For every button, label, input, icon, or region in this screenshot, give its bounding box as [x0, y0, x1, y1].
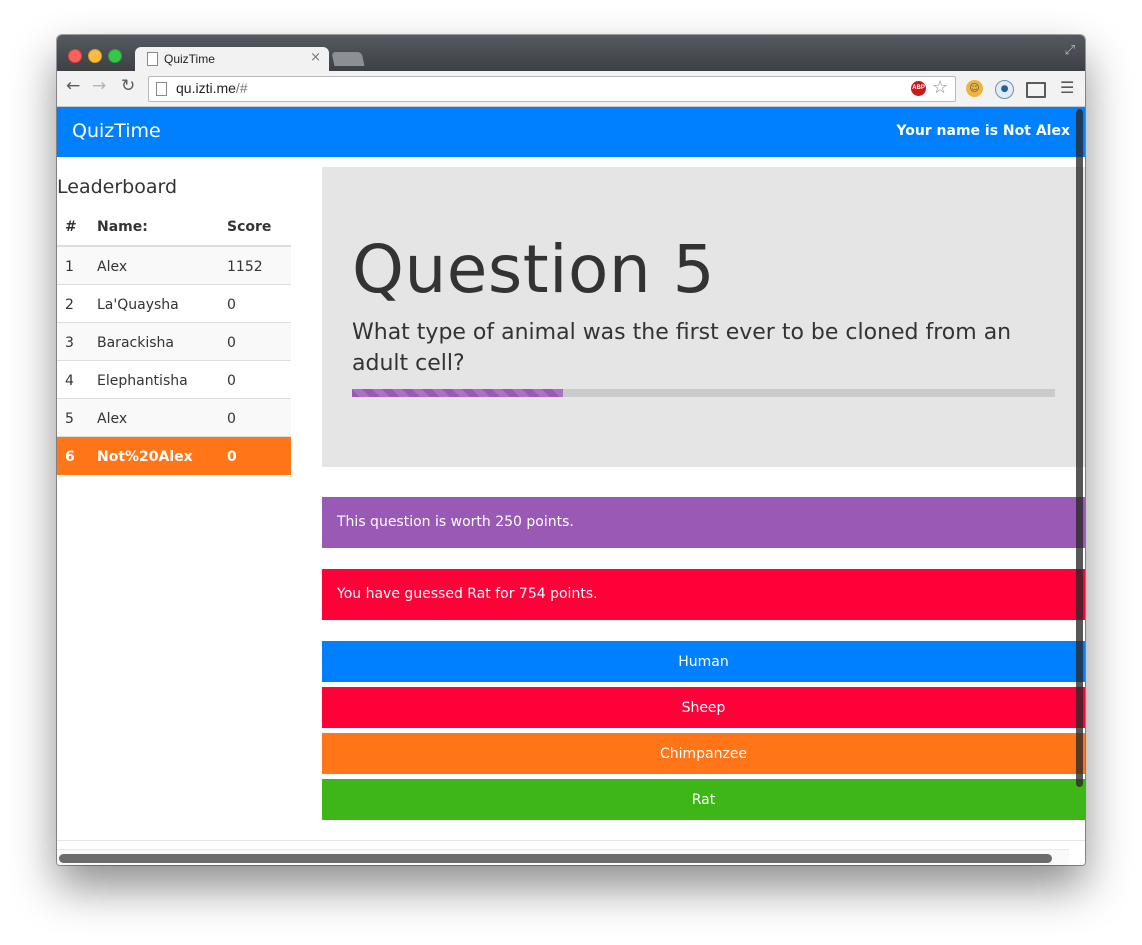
navbar: QuizTime Your name is Not Alex	[57, 107, 1085, 157]
name-cell: La'Quaysha	[97, 297, 179, 313]
vertical-scrollbar[interactable]	[1076, 109, 1083, 787]
new-tab-button[interactable]	[331, 52, 365, 66]
chat-extension-icon[interactable]: ●	[995, 80, 1014, 99]
table-row: 3 Barackisha 0	[57, 323, 291, 361]
name-cell: Barackisha	[97, 335, 174, 351]
guess-alert: You have guessed Rat for 754 points.	[322, 569, 1085, 620]
points-worth-text: This question is worth 250 points.	[337, 514, 574, 530]
rank-cell: 1	[65, 259, 74, 275]
score-cell: 0	[227, 449, 237, 465]
browser-tab[interactable]: QuizTime ×	[135, 47, 329, 73]
score-cell: 0	[227, 335, 236, 351]
progress-fill	[352, 389, 563, 397]
rank-header: #	[65, 219, 77, 235]
leaderboard-title: Leaderboard	[57, 176, 178, 198]
table-row: 5 Alex 0	[57, 399, 291, 437]
adblock-icon[interactable]: ABP	[911, 81, 926, 96]
question-title: Question 5	[352, 231, 716, 308]
points-worth-alert: This question is worth 250 points.	[322, 497, 1085, 548]
page-viewport: QuizTime Your name is Not Alex Leaderboa…	[57, 107, 1085, 865]
table-row: 2 La'Quaysha 0	[57, 285, 291, 323]
footer-divider	[57, 840, 1085, 841]
tab-close-icon[interactable]: ×	[310, 50, 321, 65]
name-cell: Alex	[97, 411, 128, 427]
forward-arrow-icon[interactable]: →	[92, 76, 106, 96]
answer-button-chimpanzee[interactable]: Chimpanzee	[322, 733, 1085, 774]
minimize-window-button[interactable]	[88, 49, 102, 63]
rank-cell: 2	[65, 297, 74, 313]
close-window-button[interactable]	[68, 49, 82, 63]
rank-cell: 4	[65, 373, 74, 389]
menu-icon[interactable]: ☰	[1060, 78, 1074, 97]
extension-icon[interactable]: ☺	[966, 80, 983, 97]
name-cell: Elephantisha	[97, 373, 188, 389]
score-cell: 1152	[227, 259, 263, 275]
answer-button-rat[interactable]: Rat	[322, 779, 1085, 820]
guess-text: You have guessed Rat for 754 points.	[337, 586, 598, 602]
horizontal-scrollbar[interactable]	[59, 854, 1052, 863]
name-cell: Not%20Alex	[97, 449, 193, 465]
zoom-window-button[interactable]	[108, 49, 122, 63]
page-icon	[156, 82, 167, 96]
tab-title: QuizTime	[164, 52, 215, 66]
answer-button-human[interactable]: Human	[322, 641, 1085, 682]
score-cell: 0	[227, 297, 236, 313]
url-text[interactable]: qu.izti.me/#	[176, 80, 248, 96]
page-icon	[147, 52, 158, 66]
url-path: /#	[235, 80, 248, 96]
table-row: 4 Elephantisha 0	[57, 361, 291, 399]
address-bar[interactable]: qu.izti.me/# ABP ☆	[148, 76, 956, 102]
browser-window: QuizTime × ⤢ ← → ↻ qu.izti.me/# ABP ☆ ☺ …	[57, 35, 1085, 865]
reload-icon[interactable]: ↻	[121, 76, 135, 96]
score-cell: 0	[227, 373, 236, 389]
browser-toolbar: ← → ↻ qu.izti.me/# ABP ☆ ☺ ● ☰	[57, 71, 1085, 107]
bookmark-star-icon[interactable]: ☆	[932, 77, 948, 98]
score-cell: 0	[227, 411, 236, 427]
rank-cell: 5	[65, 411, 74, 427]
name-header: Name:	[97, 219, 148, 235]
horizontal-scrollbar-track	[57, 849, 1069, 865]
tab-strip: QuizTime × ⤢	[57, 35, 1085, 73]
current-user-row: 6 Not%20Alex 0	[57, 437, 291, 475]
score-header: Score	[227, 219, 272, 235]
table-row: 1 Alex 1152	[57, 247, 291, 285]
back-arrow-icon[interactable]: ←	[66, 76, 80, 96]
time-progress-bar	[352, 389, 1055, 397]
fullscreen-icon[interactable]: ⤢	[1065, 43, 1075, 58]
leaderboard-table: # Name: Score 1 Alex 1152 2 La'Quaysha 0…	[57, 207, 291, 475]
question-panel: Question 5 What type of animal was the f…	[322, 167, 1085, 467]
brand-link[interactable]: QuizTime	[72, 120, 161, 142]
answer-button-sheep[interactable]: Sheep	[322, 687, 1085, 728]
rank-cell: 3	[65, 335, 74, 351]
rank-cell: 6	[65, 449, 75, 465]
cast-icon[interactable]	[1026, 82, 1046, 98]
user-name: Your name is Not Alex	[896, 123, 1070, 139]
name-cell: Alex	[97, 259, 128, 275]
url-host: qu.izti.me	[176, 80, 236, 96]
leaderboard-header: # Name: Score	[57, 207, 291, 247]
question-text: What type of animal was the first ever t…	[352, 320, 1012, 376]
